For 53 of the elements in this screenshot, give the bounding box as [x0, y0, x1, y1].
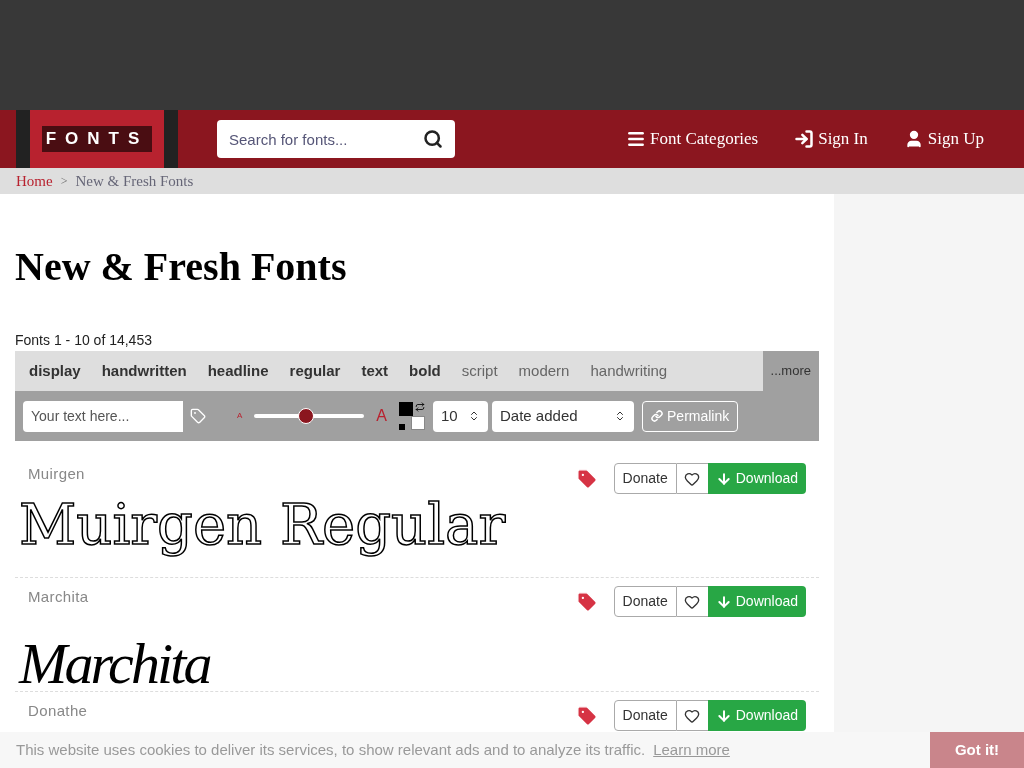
small-size-label: A	[237, 410, 243, 422]
favorite-button[interactable]	[676, 586, 708, 617]
font-name[interactable]: Donathe	[28, 700, 88, 723]
select-arrows-icon	[614, 410, 626, 422]
nav-link[interactable]: Sign In	[794, 126, 868, 152]
donate-button[interactable]: Donate	[613, 700, 677, 731]
tag-link[interactable]: script	[461, 359, 498, 383]
price-tag-icon[interactable]	[575, 591, 598, 613]
search-field[interactable]: Search for fonts...	[217, 120, 455, 158]
price-tag-icon[interactable]	[575, 705, 598, 727]
font-count: Fonts 1 - 10 of 14,453	[15, 331, 153, 350]
breadcrumb-current: New & Fresh Fonts	[75, 171, 194, 191]
nav-link[interactable]: Font Categories	[626, 126, 759, 152]
per-page-select[interactable]: 10	[433, 400, 488, 432]
breadcrumb-link[interactable]: Home	[16, 169, 53, 193]
site-logo[interactable]: FONTS	[16, 110, 178, 168]
tag-link[interactable]: headline	[207, 359, 269, 383]
page-title: New & Fresh Fonts	[15, 243, 348, 291]
tag-link[interactable]: display	[29, 359, 81, 383]
large-size-label: A	[376, 406, 387, 426]
tag-link[interactable]: handwriting	[590, 359, 668, 383]
font-name[interactable]: Muirgen	[28, 463, 85, 486]
nav-link[interactable]: Sign Up	[903, 126, 984, 152]
favorite-button[interactable]	[676, 463, 708, 494]
price-tag-icon[interactable]	[575, 468, 598, 490]
tag-link[interactable]: regular	[289, 359, 341, 383]
more-link[interactable]: ...more	[762, 351, 819, 391]
slider-thumb[interactable]	[298, 408, 315, 424]
tag-link[interactable]: handwritten	[101, 359, 187, 383]
font-name[interactable]: Marchita	[28, 586, 89, 609]
sort-select[interactable]: Date added	[492, 400, 634, 432]
heart-icon	[684, 470, 701, 487]
tag-link[interactable]: text	[361, 359, 389, 383]
donate-button[interactable]: Donate	[613, 586, 677, 617]
tag-link[interactable]: bold	[409, 359, 441, 383]
select-arrows-icon	[468, 410, 480, 422]
link-icon	[651, 410, 663, 422]
color-picker-icon[interactable]	[399, 402, 425, 430]
cookie-message: This website uses cookies to deliver its services, to show relevant ads and to analyze its traffic.	[16, 739, 646, 760]
heart-icon	[684, 593, 701, 610]
font-preview: Marchita	[17, 630, 211, 698]
tag-link[interactable]: modern	[518, 359, 570, 383]
breadcrumb-separator: >	[60, 173, 68, 190]
donate-button[interactable]: Donate	[613, 463, 677, 494]
heart-icon	[684, 707, 701, 724]
tag-icon	[190, 408, 206, 424]
favorite-button[interactable]	[676, 700, 708, 731]
font-preview: Muirgen Regular	[18, 494, 507, 556]
menu-icon	[626, 129, 647, 149]
size-slider[interactable]	[254, 407, 365, 425]
sign-in-icon	[794, 129, 815, 149]
search-icon[interactable]	[423, 129, 443, 149]
preview-text-field[interactable]: Your text here...	[23, 400, 183, 432]
